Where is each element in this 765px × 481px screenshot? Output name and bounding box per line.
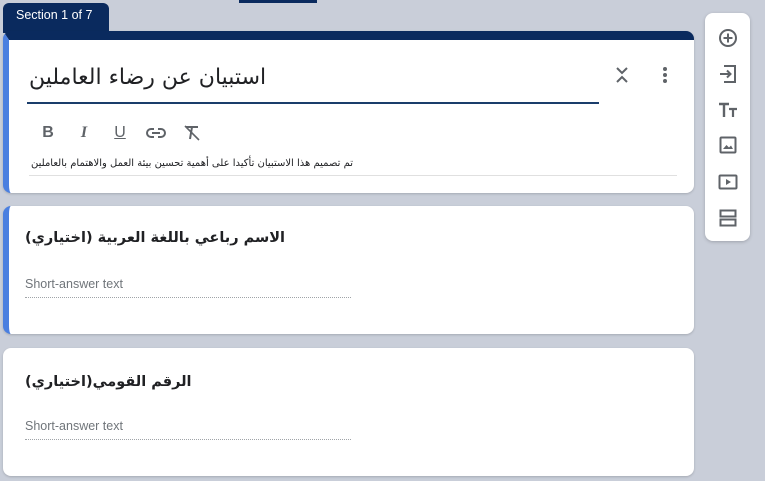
form-description-input[interactable]: تم تصميم هذا الاستبيان تأكيدا على أهمية … — [29, 154, 677, 176]
add-image-button[interactable] — [715, 132, 740, 157]
add-video-button[interactable] — [715, 169, 740, 194]
short-answer-field: Short-answer text — [25, 418, 351, 440]
add-title-icon — [718, 102, 737, 117]
question-card-1[interactable]: الاسم رباعي باللغة العربية (اختياري) Sho… — [3, 206, 694, 334]
section-tab-label: Section 1 of 7 — [16, 8, 93, 22]
question-title[interactable]: الاسم رباعي باللغة العربية (اختياري) — [25, 230, 285, 246]
import-questions-icon — [719, 64, 736, 83]
add-question-icon — [718, 28, 737, 47]
question-title[interactable]: الرقم القومي(اختياري) — [25, 374, 192, 390]
add-question-button[interactable] — [715, 25, 740, 50]
add-section-icon — [719, 209, 736, 226]
clear-formatting-icon — [184, 125, 200, 141]
bold-button[interactable]: B — [35, 121, 61, 145]
form-title-card[interactable]: استبيان عن رضاء العاملين B I U تم تصميم … — [3, 31, 694, 193]
collapse-icon — [616, 67, 628, 83]
add-section-button[interactable] — [715, 205, 740, 230]
add-title-button[interactable] — [715, 97, 740, 122]
add-image-icon — [719, 136, 736, 153]
underline-button[interactable]: U — [107, 121, 133, 145]
short-answer-field: Short-answer text — [25, 276, 351, 298]
more-options-button[interactable] — [654, 64, 676, 86]
add-video-icon — [718, 174, 737, 189]
italic-button[interactable]: I — [71, 121, 97, 145]
top-tab-indicator — [239, 0, 317, 3]
question-card-2[interactable]: الرقم القومي(اختياري) Short-answer text — [3, 348, 694, 476]
collapse-section-button[interactable] — [611, 64, 633, 86]
clear-formatting-button[interactable] — [179, 121, 205, 145]
insert-link-button[interactable] — [143, 121, 169, 145]
import-questions-button[interactable] — [715, 61, 740, 86]
link-icon — [146, 128, 166, 138]
text-format-toolbar: B I U — [35, 121, 205, 145]
section-tab: Section 1 of 7 — [3, 3, 109, 33]
form-title-input[interactable]: استبيان عن رضاء العاملين — [27, 60, 599, 104]
more-vert-icon — [663, 67, 667, 83]
side-toolbar — [705, 13, 750, 241]
